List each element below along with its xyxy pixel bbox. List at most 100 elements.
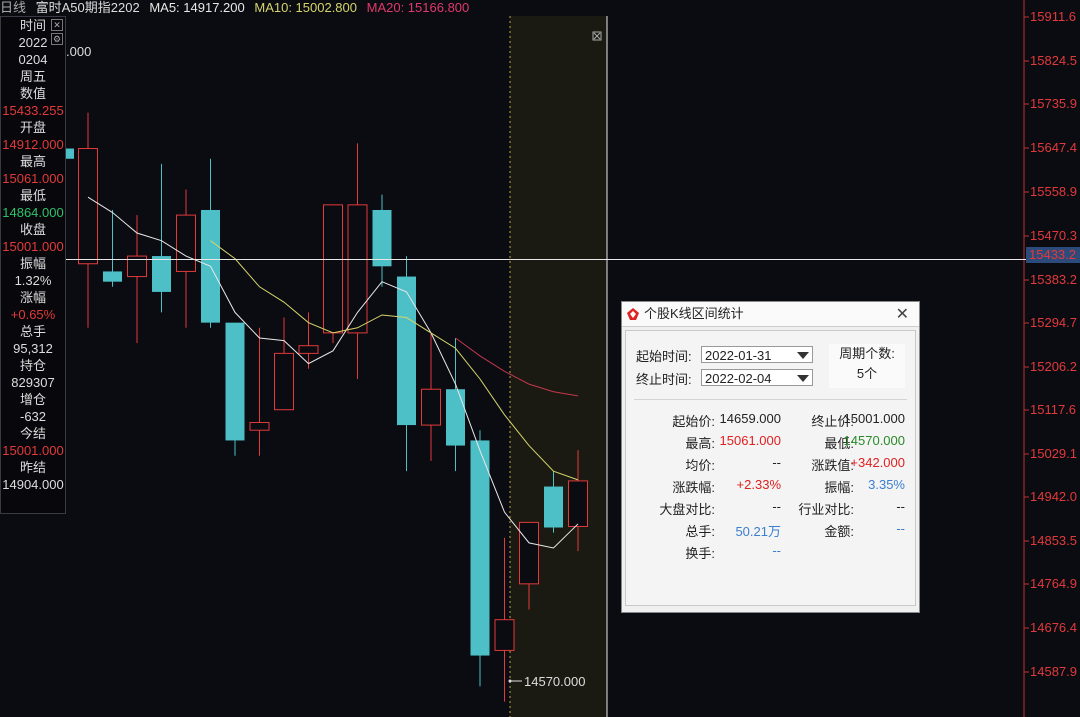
dialog-body: 起始时间: 2022-01-31 终止时间: 2022-02-04 周期个数: … <box>625 330 916 606</box>
info-row: 829307 <box>11 375 55 390</box>
info-row: 开盘 <box>19 120 46 135</box>
y-tick-label: 15911.6 <box>1030 9 1077 24</box>
ma20-value: MA20: 15166.800 <box>366 0 470 15</box>
stat-label: 涨跌幅: <box>672 480 715 495</box>
stat-value: -- <box>772 543 781 558</box>
candle-body <box>494 619 515 651</box>
info-row: 周五 <box>19 69 46 84</box>
y-tick-label: 15735.9 <box>1030 96 1077 111</box>
stat-value: 3.35% <box>868 477 905 492</box>
candle-body <box>421 388 441 426</box>
y-tick-label: 14676.4 <box>1030 620 1077 635</box>
y-tick-label: 15117.6 <box>1030 402 1077 417</box>
candle-body <box>152 256 171 292</box>
stat-label: 最高: <box>685 436 715 451</box>
candle-body <box>78 148 98 265</box>
stat-value: 15001.000 <box>843 411 905 426</box>
candle-body <box>397 276 416 426</box>
stat-value: +2.33% <box>736 477 781 492</box>
info-row: 15061.000 <box>2 171 64 186</box>
candle-body <box>568 480 588 527</box>
stat-value: +342.000 <box>850 455 905 470</box>
selected-interval-band <box>510 16 607 717</box>
info-row: 15001.000 <box>2 239 64 254</box>
ma5-value: MA5: 14917.200 <box>149 0 245 15</box>
end-time-select[interactable]: 2022-02-04 <box>701 369 813 386</box>
start-time-label: 起始时间: <box>636 349 692 364</box>
candle-body <box>347 204 368 334</box>
info-row: 14912.000 <box>2 137 64 152</box>
ma10-value: MA10: 15002.800 <box>254 0 357 15</box>
info-row: 数值 <box>19 86 46 101</box>
candle-body-clipped <box>66 148 74 159</box>
y-tick-label: 14764.9 <box>1030 576 1077 591</box>
info-row: 持仓 <box>19 358 46 373</box>
app-logo-icon <box>627 308 639 320</box>
stat-label: 换手: <box>685 546 715 561</box>
stat-label: 大盘对比: <box>659 502 715 517</box>
y-tick-label: 15470.3 <box>1030 228 1077 243</box>
interval-stats-dialog: 个股K线区间统计 ✕ 起始时间: 2022-01-31 终止时间: 2022-0… <box>621 301 920 613</box>
low-price-dot <box>508 679 512 683</box>
candle-body <box>225 322 245 441</box>
stat-value: 14570.000 <box>843 433 905 448</box>
candle-body <box>176 214 196 272</box>
period-count-label: 周期个数: <box>839 346 895 361</box>
crosshair-price-tag: 15433.2 <box>1026 247 1080 263</box>
info-row: 涨幅 <box>19 290 46 305</box>
info-row: 增仓 <box>19 392 46 407</box>
y-tick-label: 15558.9 <box>1030 184 1077 199</box>
start-time-select[interactable]: 2022-01-31 <box>701 346 813 363</box>
y-tick-label: 15824.5 <box>1030 53 1077 68</box>
info-row: +0.65% <box>10 307 56 322</box>
stat-value: -- <box>772 455 781 470</box>
candle-body <box>446 389 465 446</box>
y-tick-label: 15294.7 <box>1030 315 1077 330</box>
candle-body <box>274 352 294 411</box>
info-row: 95,312 <box>13 341 53 356</box>
candle-body <box>372 209 392 267</box>
info-row: 15433.255 <box>2 103 64 118</box>
close-icon[interactable]: ✕ <box>51 19 63 31</box>
crosshair-info-panel: ✕ ⚙ 时间 2022 0204 周五 数值 15433.255 开盘 14912.000 最高… <box>0 16 66 514</box>
y-tick-label: 14942.0 <box>1030 489 1077 504</box>
y-tick-label: 15647.4 <box>1030 140 1077 155</box>
dialog-titlebar[interactable]: 个股K线区间统计 ✕ <box>622 302 919 327</box>
y-tick-label: 15383.2 <box>1030 272 1077 287</box>
stat-value: -- <box>772 499 781 514</box>
info-row: 1.32% <box>14 273 52 288</box>
candle-body <box>519 521 539 585</box>
candle-body <box>298 345 319 354</box>
stat-label: 振幅: <box>824 480 854 495</box>
stat-label: 起始价: <box>672 414 715 429</box>
low-price-label: 14570.000 <box>524 674 586 689</box>
info-row: 振幅 <box>19 256 46 271</box>
stat-label: 涨跌值: <box>811 458 854 473</box>
stat-label: 金额: <box>824 524 854 539</box>
stat-value: 50.21万 <box>735 524 781 539</box>
close-icon[interactable]: ✕ <box>896 303 909 327</box>
period-count-value: 5个 <box>856 366 878 381</box>
info-row: 15001.000 <box>2 443 64 458</box>
instrument-name: 富时A50期指2202 <box>35 0 140 15</box>
info-row: 收盘 <box>19 222 46 237</box>
info-row: 昨结 <box>19 460 46 475</box>
stat-label: 行业对比: <box>798 502 854 517</box>
period-count-box: 周期个数: 5个 <box>829 344 905 388</box>
info-row: -632 <box>19 409 47 424</box>
stat-label: 均价: <box>685 458 715 473</box>
candle-body <box>323 204 343 334</box>
candle-body <box>103 271 122 282</box>
info-row: 最高 <box>19 154 46 169</box>
overlay-fragment-text: .000 <box>66 44 92 59</box>
gear-icon[interactable]: ⚙ <box>51 33 63 45</box>
y-tick-label: 15029.1 <box>1030 446 1077 461</box>
info-row: 14904.000 <box>2 477 64 492</box>
period-label[interactable]: 日线 <box>0 0 26 15</box>
chevron-down-icon <box>797 352 809 359</box>
info-row: 今结 <box>19 426 46 441</box>
info-row: 最低 <box>19 188 46 203</box>
end-time-value: 2022-02-04 <box>705 371 772 386</box>
candle-body <box>249 422 270 431</box>
stat-value: 14659.000 <box>719 411 781 426</box>
